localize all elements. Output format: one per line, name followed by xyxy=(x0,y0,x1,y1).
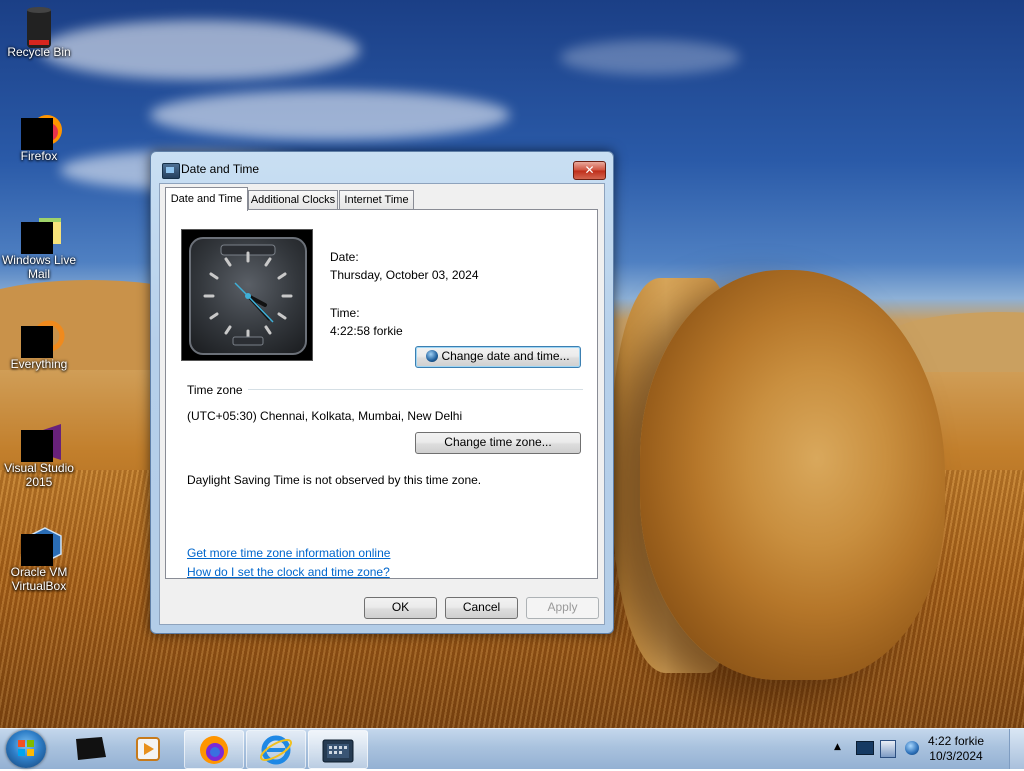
start-button[interactable] xyxy=(6,730,46,768)
date-time-dialog: Date and Time ✕ Date and Time Additional… xyxy=(150,151,614,634)
windows-live-mail-icon xyxy=(21,214,61,254)
recycle-bin-icon xyxy=(21,6,57,48)
timezone-heading: Time zone xyxy=(187,383,243,397)
desktop-icon-recycle-bin[interactable]: Recycle Bin xyxy=(0,6,78,59)
cloud xyxy=(560,40,740,75)
desktop-icon-label: Everything xyxy=(10,357,68,371)
internet-explorer-icon xyxy=(259,735,293,765)
desktop-icon-visual-studio[interactable]: Visual Studio 2015 xyxy=(0,422,78,489)
desktop-icon-label: Oracle VM VirtualBox xyxy=(10,565,68,593)
date-time-window-icon xyxy=(162,163,180,179)
dst-note: Daylight Saving Time is not observed by … xyxy=(187,473,482,487)
date-time-window-icon xyxy=(322,739,354,763)
cloud xyxy=(40,20,360,80)
help-clock-link[interactable]: How do I set the clock and time zone? xyxy=(187,565,390,579)
taskbar-internet-explorer[interactable] xyxy=(246,730,306,769)
virtualbox-icon xyxy=(21,526,62,566)
cloud xyxy=(150,90,510,140)
shield-globe-icon xyxy=(426,350,439,362)
network-icon[interactable] xyxy=(880,740,896,758)
taskbar-firefox[interactable] xyxy=(184,730,244,769)
tray-time: 4:22 forkie xyxy=(927,734,985,748)
desktop-icon-virtualbox[interactable]: Oracle VM VirtualBox xyxy=(0,526,78,593)
close-button[interactable]: ✕ xyxy=(573,161,606,180)
cancel-button[interactable]: Cancel xyxy=(445,597,518,619)
timezone-info-link[interactable]: Get more time zone information online xyxy=(187,546,390,560)
firefox-icon xyxy=(200,736,228,764)
change-date-time-button[interactable]: Change date and time... xyxy=(415,346,581,368)
tab-internet-time[interactable]: Internet Time xyxy=(339,190,414,210)
date-value: Thursday, October 03, 2024 xyxy=(330,268,479,282)
action-center-icon[interactable] xyxy=(856,741,874,755)
windows-logo-icon xyxy=(18,740,34,756)
clock-hands xyxy=(203,244,293,346)
analog-clock xyxy=(181,229,313,361)
timezone-value: (UTC+05:30) Chennai, Kolkata, Mumbai, Ne… xyxy=(187,409,463,423)
desktop-icon-label: Windows Live Mail xyxy=(1,253,77,281)
time-value: 4:22:58 forkie xyxy=(330,324,403,338)
time-label: Time: xyxy=(330,306,360,320)
desktop-icon-windows-live-mail[interactable]: Windows Live Mail xyxy=(0,214,78,281)
dialog-client-area: Date and Time Additional Clocks Internet… xyxy=(159,183,605,625)
tab-panel: Date: Thursday, October 03, 2024 Time: 4… xyxy=(165,209,598,579)
tray-expand-icon[interactable]: ▲ xyxy=(834,742,844,752)
change-timezone-button[interactable]: Change time zone... xyxy=(415,432,581,454)
timezone-divider xyxy=(248,389,583,390)
desktop-icon-label: Visual Studio 2015 xyxy=(4,461,74,489)
tray-date: 10/3/2024 xyxy=(929,749,983,763)
app-icon xyxy=(76,737,106,760)
taskbar: ▲ 4:22 forkie 10/3/2024 xyxy=(0,728,1024,769)
taskbar-date-time-window[interactable] xyxy=(308,730,368,769)
hay-bale xyxy=(640,270,945,680)
ok-button[interactable]: OK xyxy=(364,597,437,619)
everything-icon xyxy=(21,318,65,358)
tab-date-and-time[interactable]: Date and Time xyxy=(165,187,248,211)
visual-studio-icon xyxy=(21,422,61,462)
taskbar-media-player[interactable] xyxy=(120,730,178,767)
media-player-icon xyxy=(136,737,160,761)
desktop-icon-everything[interactable]: Everything xyxy=(0,318,78,371)
taskbar-blank-app[interactable] xyxy=(62,730,120,767)
tab-additional-clocks[interactable]: Additional Clocks xyxy=(248,190,338,210)
change-date-time-label: Change date and time... xyxy=(441,349,570,363)
show-desktop-button[interactable] xyxy=(1009,729,1024,769)
tray-clock[interactable]: 4:22 forkie 10/3/2024 xyxy=(916,734,996,764)
date-label: Date: xyxy=(330,250,359,264)
dialog-title: Date and Time xyxy=(181,162,260,176)
desktop-icon-label: Firefox xyxy=(20,149,58,163)
clock-face xyxy=(189,237,307,355)
apply-button[interactable]: Apply xyxy=(526,597,599,619)
desktop-icon-firefox[interactable]: Firefox xyxy=(0,110,78,163)
firefox-icon xyxy=(21,110,62,150)
